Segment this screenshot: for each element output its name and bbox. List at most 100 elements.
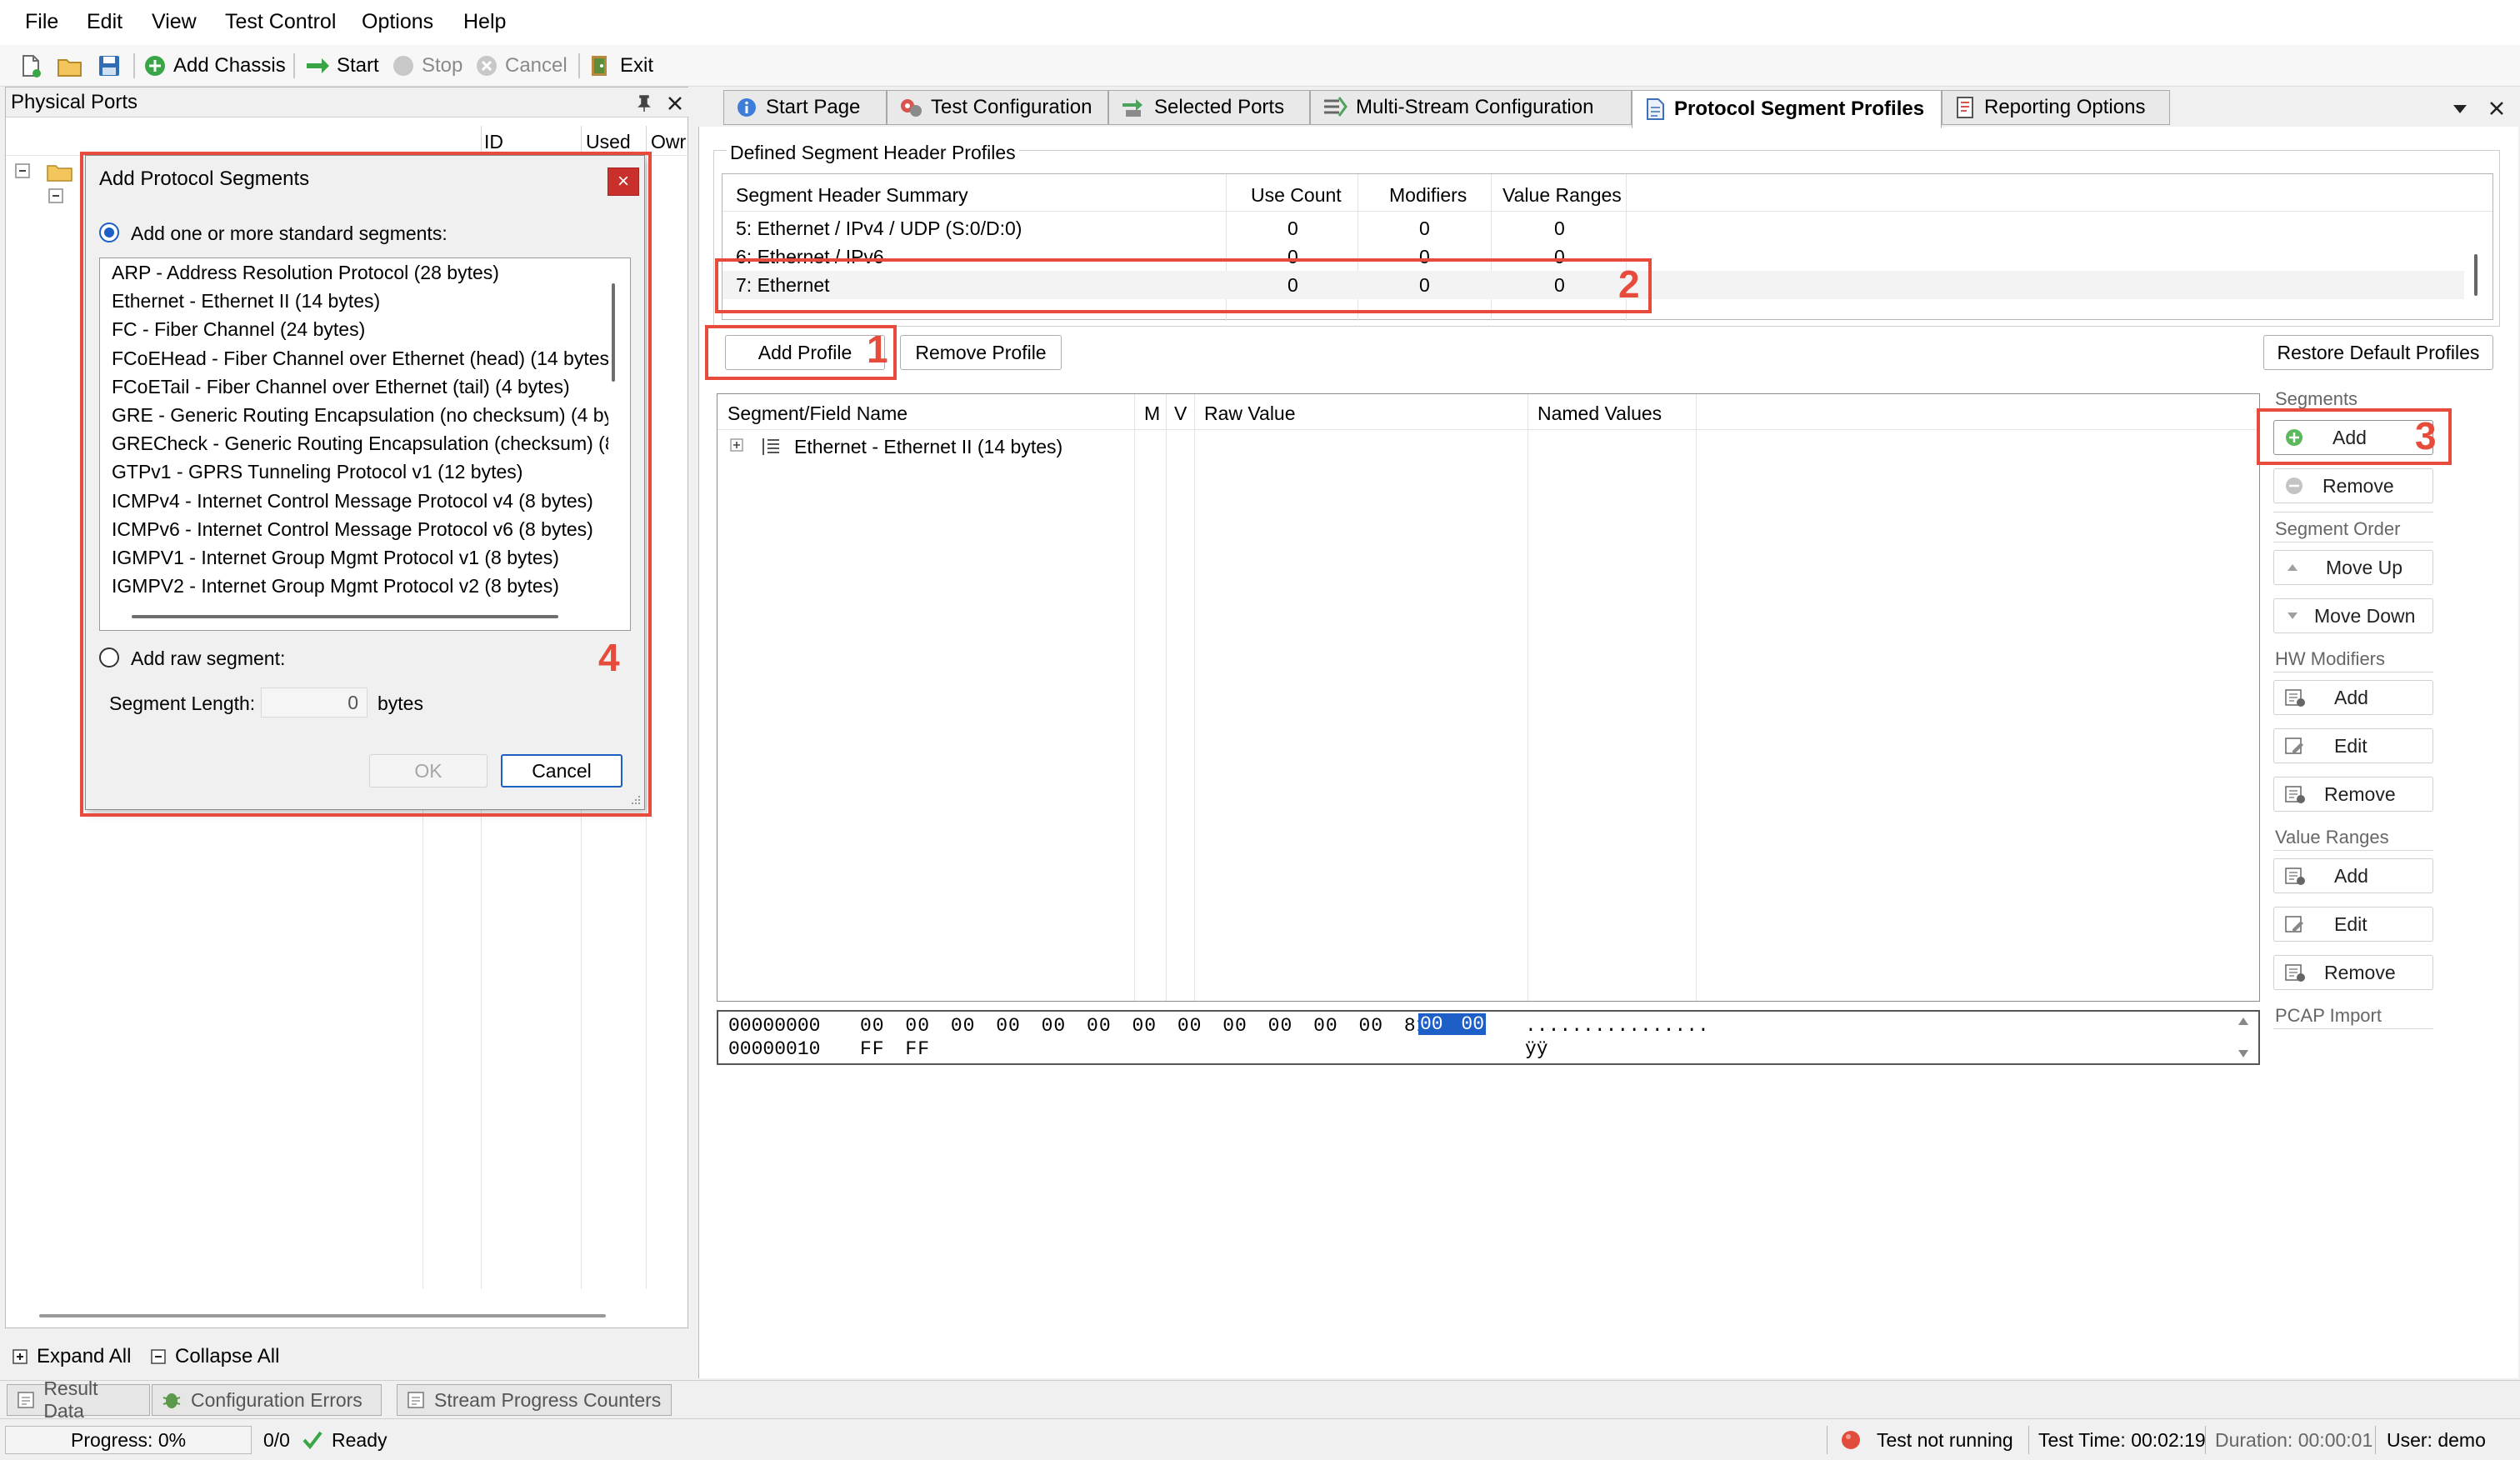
hex-editor[interactable]: 00000000 00 00 00 00 00 00 00 00 00 00 0… xyxy=(717,1010,2260,1065)
status-bar: Progress: 0% 0/0 Ready Test not running … xyxy=(0,1418,2520,1460)
annotation-number-4: 4 xyxy=(598,636,620,679)
move-down-button[interactable]: Move Down xyxy=(2273,598,2433,633)
grid-line xyxy=(1166,394,1167,1001)
toolbar-separator xyxy=(293,53,295,78)
close-tab-icon[interactable] xyxy=(2488,100,2505,117)
column-named-values[interactable]: Named Values xyxy=(1538,402,1662,425)
open-file-button[interactable] xyxy=(57,52,83,80)
column-segment-header-summary[interactable]: Segment Header Summary xyxy=(736,184,968,207)
tab-configuration-errors[interactable]: Configuration Errors xyxy=(152,1384,382,1416)
profile-modifiers: 0 xyxy=(1419,218,1430,239)
save-icon xyxy=(99,56,119,76)
progress-bar: Progress: 0% xyxy=(5,1426,252,1454)
report-icon xyxy=(1957,97,1973,118)
tab-result-data[interactable]: Result Data xyxy=(7,1378,150,1422)
column-owner[interactable]: Owr xyxy=(651,131,686,153)
pcap-import-section-label: PCAP Import xyxy=(2275,1005,2382,1026)
table-row[interactable]: 5: Ethernet / IPv4 / UDP (S:0/D:0) 0 0 0 xyxy=(722,214,2464,242)
tab-label: Protocol Segment Profiles xyxy=(1674,98,1925,120)
new-file-button[interactable] xyxy=(18,52,43,80)
toolbar-separator xyxy=(578,53,580,78)
move-up-button[interactable]: Move Up xyxy=(2273,550,2433,585)
collapse-all-button[interactable]: Collapse All xyxy=(150,1345,279,1368)
add-chassis-button[interactable]: Add Chassis xyxy=(143,52,286,80)
cancel-button[interactable]: Cancel xyxy=(475,52,568,80)
status-separator xyxy=(2205,1426,2206,1454)
tab-selected-ports[interactable]: Selected Ports xyxy=(1108,90,1310,125)
menu-test-control[interactable]: Test Control xyxy=(225,10,336,34)
hw-modifier-edit-button[interactable]: Edit xyxy=(2273,728,2433,763)
header-divider xyxy=(722,211,2492,212)
save-button[interactable] xyxy=(97,52,122,80)
value-range-remove-button[interactable]: Remove xyxy=(2273,955,2433,990)
column-raw-value[interactable]: Raw Value xyxy=(1204,402,1296,425)
tab-protocol-segment-profiles[interactable]: Protocol Segment Profiles xyxy=(1632,90,1942,128)
expand-all-button[interactable]: Expand All xyxy=(12,1345,131,1368)
remove-circle-icon xyxy=(2286,478,2302,494)
hw-modifier-add-button[interactable]: Add xyxy=(2273,680,2433,715)
menu-help[interactable]: Help xyxy=(463,10,506,34)
close-icon[interactable] xyxy=(668,96,682,111)
value-range-edit-button[interactable]: Edit xyxy=(2273,907,2433,942)
segment-order-section-label: Segment Order xyxy=(2275,518,2401,539)
status-separator xyxy=(2375,1426,2376,1454)
cancel-label: Cancel xyxy=(505,54,568,77)
grid-line xyxy=(1134,394,1135,1001)
profile-summary: 5: Ethernet / IPv4 / UDP (S:0/D:0) xyxy=(736,218,1022,239)
tree-collapse-icon[interactable] xyxy=(48,188,66,206)
value-range-add-button[interactable]: Add xyxy=(2273,858,2433,893)
move-down-label: Move Down xyxy=(2314,604,2416,627)
exit-button[interactable]: Exit xyxy=(588,52,653,80)
pin-icon[interactable] xyxy=(636,94,652,112)
start-label: Start xyxy=(337,54,379,77)
column-segment-field-name[interactable]: Segment/Field Name xyxy=(728,402,908,425)
table-row[interactable]: Ethernet - Ethernet II (14 bytes) xyxy=(718,431,2259,461)
menu-file[interactable]: File xyxy=(25,10,58,34)
remove-profile-button[interactable]: Remove Profile xyxy=(900,335,1062,370)
counters-icon xyxy=(408,1392,424,1408)
hw-modifier-remove-label: Remove xyxy=(2324,782,2396,805)
menu-options[interactable]: Options xyxy=(362,10,433,34)
tab-test-configuration[interactable]: Test Configuration xyxy=(887,90,1108,125)
column-id[interactable]: ID xyxy=(484,131,503,153)
toolbar-separator xyxy=(133,53,135,78)
column-used[interactable]: Used xyxy=(586,131,631,153)
restore-default-profiles-button[interactable]: Restore Default Profiles xyxy=(2263,335,2493,370)
scroll-up-icon[interactable] xyxy=(2237,1015,2250,1027)
column-value-ranges[interactable]: Value Ranges xyxy=(1502,184,1622,207)
progress-text: Progress: 0% xyxy=(71,1429,187,1451)
modifier-remove-icon xyxy=(2285,786,2305,803)
tree-expand-icon[interactable] xyxy=(729,438,746,454)
bug-icon xyxy=(162,1393,181,1408)
remove-segment-button[interactable]: Remove xyxy=(2273,468,2433,503)
scroll-down-icon[interactable] xyxy=(2237,1048,2250,1060)
hw-modifier-edit-label: Edit xyxy=(2334,734,2368,757)
menu-edit[interactable]: Edit xyxy=(87,10,122,34)
tab-start-page[interactable]: Start Page xyxy=(723,90,887,125)
progress-count: 0/0 xyxy=(263,1429,290,1451)
start-button[interactable]: Start xyxy=(305,52,379,80)
column-modifiers[interactable]: Modifiers xyxy=(1389,184,1467,207)
hex-row1-ascii: ................ xyxy=(1525,1015,1709,1037)
vertical-scrollbar[interactable] xyxy=(2474,254,2478,296)
segment-name: Ethernet - Ethernet II (14 bytes) xyxy=(794,436,1063,458)
menu-view[interactable]: View xyxy=(152,10,197,34)
ports-icon xyxy=(1122,99,1142,117)
stop-button[interactable]: Stop xyxy=(392,52,462,80)
tab-reporting-options[interactable]: Reporting Options xyxy=(1942,90,2170,125)
status-separator xyxy=(1827,1426,1828,1454)
tab-multi-stream-configuration[interactable]: Multi-Stream Configuration xyxy=(1310,90,1632,125)
checkmark-icon xyxy=(302,1431,322,1450)
hw-modifier-remove-button[interactable]: Remove xyxy=(2273,777,2433,812)
tree-collapse-icon[interactable] xyxy=(14,162,32,181)
test-state: Test not running xyxy=(1877,1429,2013,1451)
column-m[interactable]: M xyxy=(1144,402,1160,425)
tab-list-dropdown-icon[interactable] xyxy=(2452,102,2468,115)
tab-stream-progress-counters[interactable]: Stream Progress Counters xyxy=(397,1384,672,1416)
horizontal-scrollbar[interactable] xyxy=(39,1314,606,1318)
segment-icon xyxy=(762,438,779,455)
range-remove-icon xyxy=(2285,964,2305,982)
column-v[interactable]: V xyxy=(1174,402,1187,425)
expand-all-label: Expand All xyxy=(37,1345,132,1368)
column-use-count[interactable]: Use Count xyxy=(1251,184,1342,207)
